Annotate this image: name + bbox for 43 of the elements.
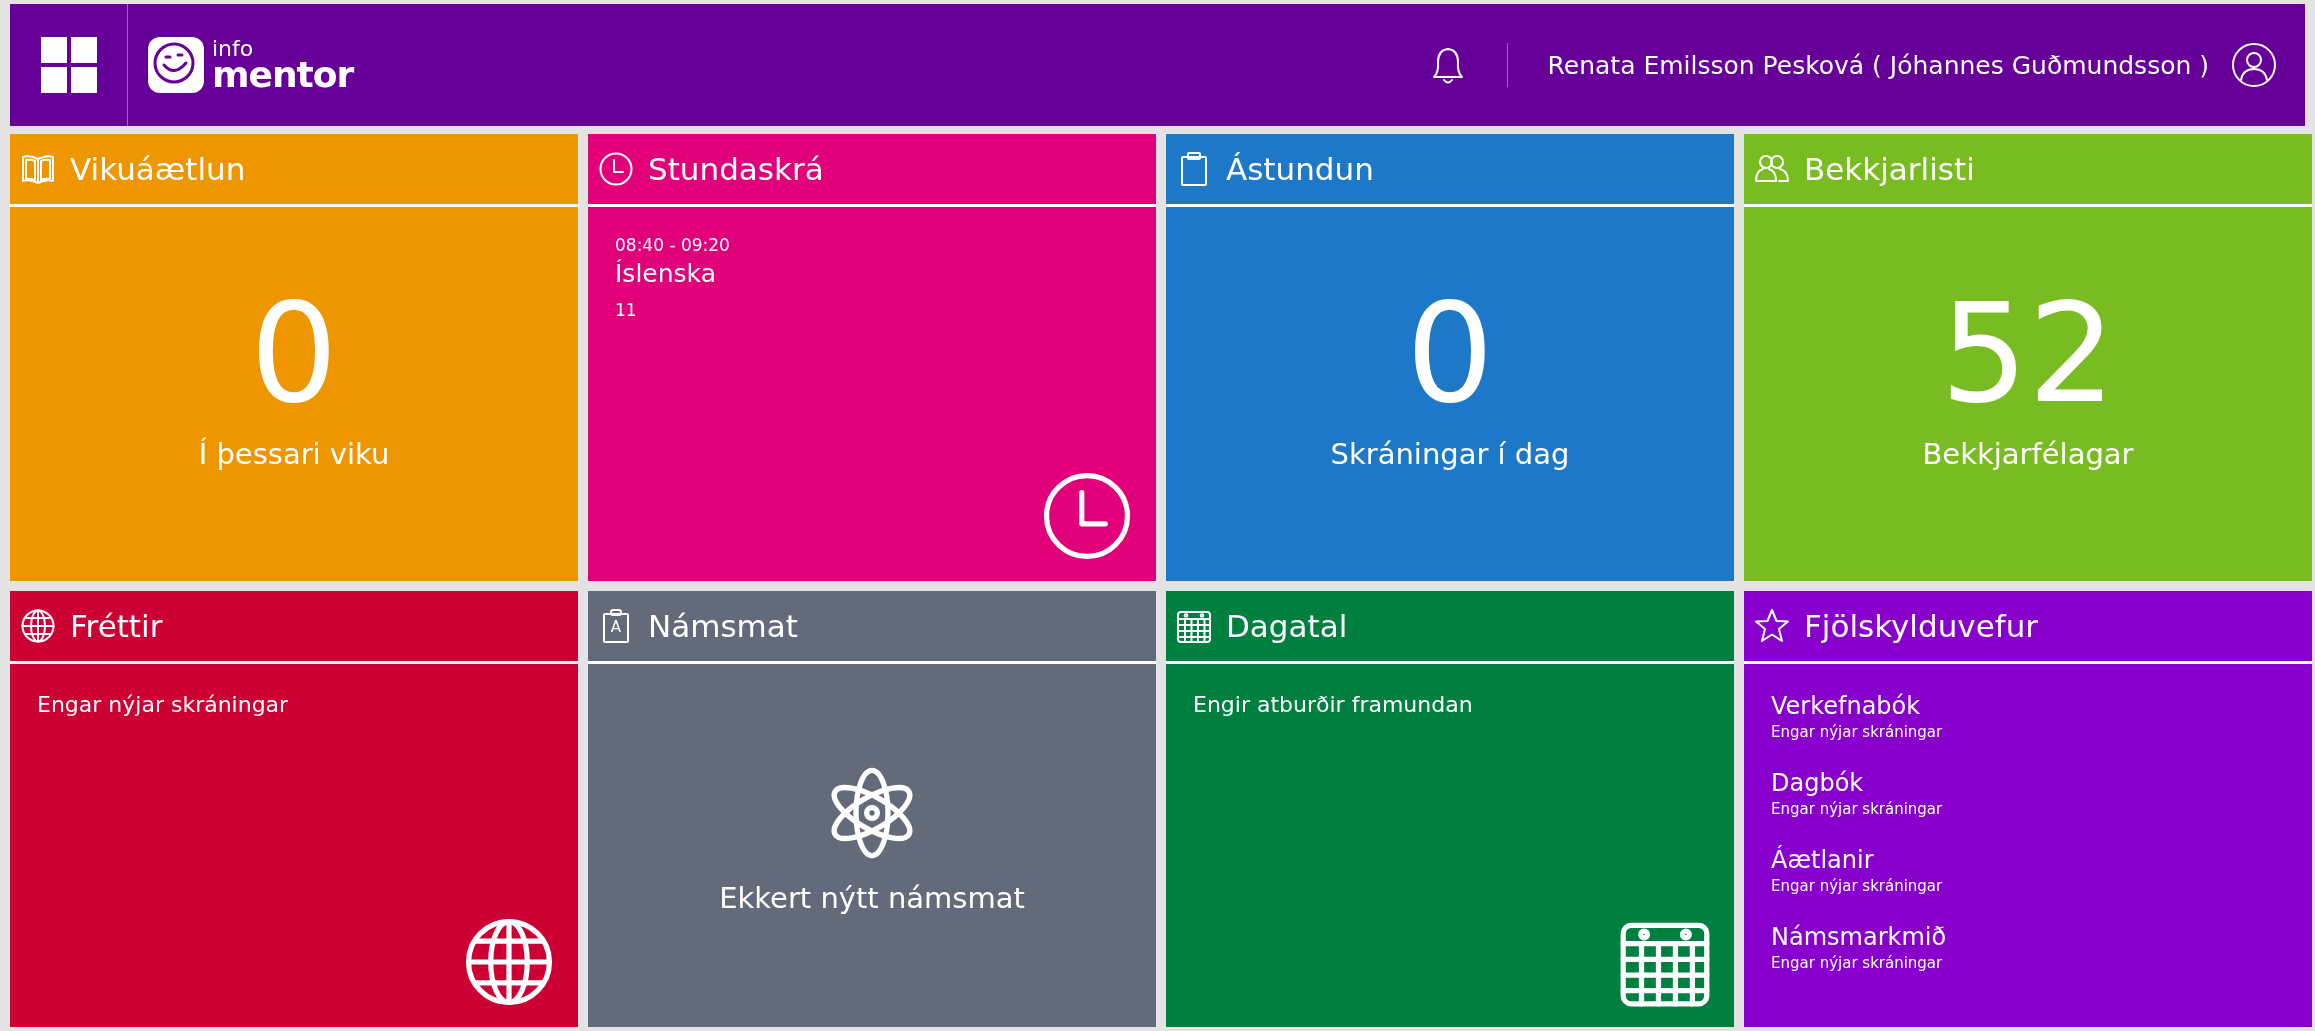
tile-title: Námsmat — [648, 608, 798, 644]
tile-title: Dagatal — [1226, 608, 1348, 644]
tile-card[interactable]: Fréttir Engar nýjar skráningar — [10, 591, 578, 1027]
tile-card[interactable]: Dagatal Engir atburðir framundan — [1166, 591, 1734, 1027]
section-status: Engar nýjar skráningar — [1771, 877, 1944, 895]
user-name[interactable]: Renata Emilsson Pesková ( Jóhannes Guðmundsson ) — [1547, 50, 2209, 80]
star-icon — [1754, 608, 1790, 644]
lesson-room: 11 — [615, 300, 638, 320]
calendar-icon — [1176, 608, 1212, 644]
tile-card[interactable]: A Námsmat Ekkert nýtt námsmat — [588, 591, 1156, 1027]
tile-title: Fjölskylduvefur — [1804, 608, 2039, 644]
section-link[interactable]: Áætlanir — [1771, 846, 2285, 874]
tile-card[interactable]: Stundaskrá 08:40 - 09:20 Íslenska 11 — [588, 134, 1156, 581]
section-status: Engar nýjar skráningar — [1771, 954, 1944, 972]
count-number: 0 — [1406, 285, 1494, 423]
tile-title: Fréttir — [70, 608, 163, 644]
tile-title: Stundaskrá — [648, 151, 824, 187]
tile-title: Ástundun — [1226, 151, 1374, 187]
empty-message: Engir atburðir framundan — [1193, 692, 1474, 717]
empty-message: Engar nýjar skráningar — [37, 692, 290, 717]
count-caption: Skráningar í dag — [1330, 437, 1570, 471]
count-caption: Bekkjarfélagar — [1922, 437, 2134, 471]
tile-card[interactable]: Fjölskylduvefur Verkefnabók Engar nýjar skráningar Dagbók Engar nýjar skráningar Áætlanir Engar nýjar skráningar Námsmarkmið Engar nýjar skráningar — [1744, 591, 2312, 1027]
globe-icon — [20, 608, 56, 644]
logo-text: info — [212, 38, 255, 59]
tile-card[interactable]: Ástundun 0 Skráningar í dag — [1166, 134, 1734, 581]
section-link[interactable]: Námsmarkmið — [1771, 923, 2285, 951]
tile-title: Vikuáætlun — [70, 151, 246, 187]
lesson-subject: Íslenska — [615, 259, 717, 288]
tile-title: Bekkjarlisti — [1804, 151, 1975, 187]
section-status: Engar nýjar skráningar — [1771, 723, 1944, 741]
section-status: Engar nýjar skráningar — [1771, 800, 1944, 818]
count-caption: Í þessari viku — [198, 437, 390, 471]
count-number: 52 — [1940, 285, 2116, 423]
user-avatar-icon[interactable] — [2231, 42, 2277, 88]
lesson-time: 08:40 - 09:20 — [615, 235, 731, 255]
apps-menu-icon[interactable] — [40, 37, 97, 93]
section-link[interactable]: Verkefnabók — [1771, 692, 2285, 720]
count-number: 0 — [250, 285, 338, 423]
clock-icon — [598, 151, 634, 187]
empty-message: Ekkert nýtt námsmat — [719, 880, 1025, 915]
logo-text: mentor — [212, 58, 354, 92]
section-link[interactable]: Dagbók — [1771, 769, 2285, 797]
